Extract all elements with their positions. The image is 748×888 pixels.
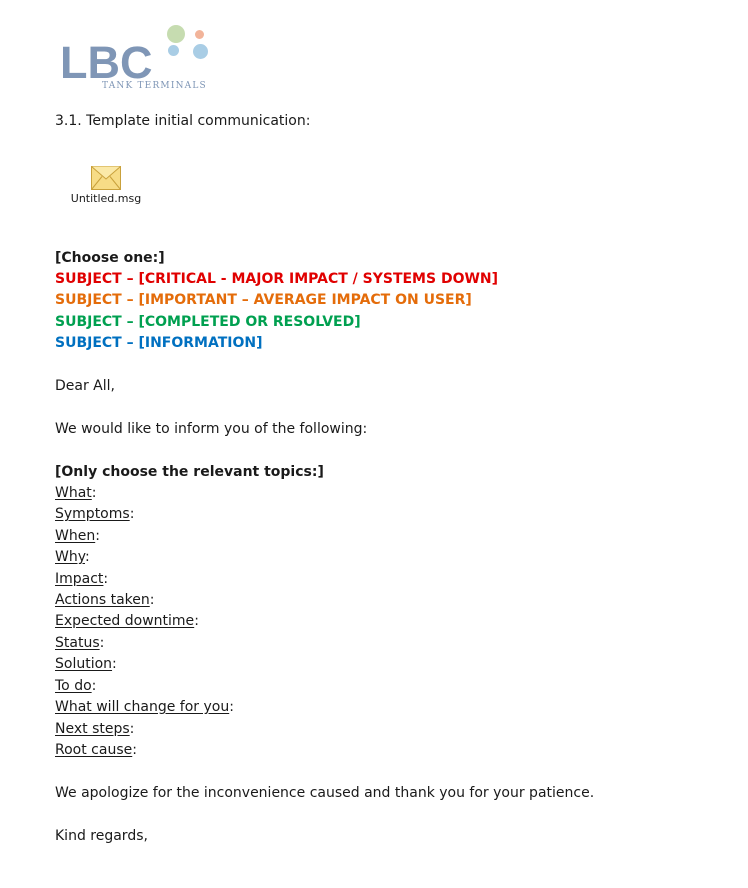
topic-symptoms: Symptoms: [55, 506, 135, 522]
topic-label: Why [55, 549, 85, 565]
subject-completed: SUBJECT – [COMPLETED OR RESOLVED] [55, 314, 361, 330]
subject-important: SUBJECT – [IMPORTANT – AVERAGE IMPACT ON… [55, 292, 472, 308]
envelope-icon [91, 166, 121, 190]
lbc-logo: LBC TANK TERMINALS [58, 24, 218, 94]
topic-status: Status: [55, 635, 105, 651]
logo-dot-blue-small [168, 45, 179, 56]
attachment-msg[interactable]: Untitled.msg [62, 166, 150, 205]
topic-label: Symptoms [55, 506, 130, 522]
topic-to-do: To do: [55, 678, 97, 694]
subject-critical: SUBJECT – [CRITICAL - MAJOR IMPACT / SYS… [55, 271, 499, 287]
section-heading: 3.1. Template initial communication: [55, 113, 311, 129]
topic-label: Expected downtime [55, 613, 195, 629]
logo-text: LBC [60, 37, 153, 88]
topic-impact: Impact: [55, 571, 109, 587]
topic-label: Status [55, 635, 100, 651]
topic-label: When [55, 528, 96, 544]
logo-dot-orange [195, 30, 204, 39]
topic-label: Next steps [55, 721, 130, 737]
closing-text: Kind regards, [55, 828, 148, 844]
topic-label: Solution [55, 656, 113, 672]
apology-text: We apologize for the inconvenience cause… [55, 785, 595, 801]
topic-expected-downtime: Expected downtime: [55, 613, 199, 629]
topic-label: What will change for you [55, 699, 230, 715]
choose-one-label: [Choose one:] [55, 250, 165, 266]
topic-solution: Solution: [55, 656, 117, 672]
attachment-filename: Untitled.msg [70, 192, 142, 205]
logo-subtitle: TANK TERMINALS [102, 81, 207, 91]
topic-label: What [55, 485, 92, 501]
greeting: Dear All, [55, 378, 115, 394]
logo-dot-green [167, 25, 185, 43]
topic-label: Impact [55, 571, 104, 587]
topic-label: Actions taken [55, 592, 150, 608]
topic-next-steps: Next steps: [55, 721, 135, 737]
logo-dot-blue-large [193, 44, 208, 59]
topic-what-will-change: What will change for you: [55, 699, 234, 715]
topic-root-cause: Root cause: [55, 742, 137, 758]
topic-why: Why: [55, 549, 90, 565]
topics-heading: [Only choose the relevant topics:] [55, 464, 324, 480]
topic-what: What: [55, 485, 97, 501]
topic-actions-taken: Actions taken: [55, 592, 155, 608]
topic-label: Root cause [55, 742, 133, 758]
subject-information: SUBJECT – [INFORMATION] [55, 335, 263, 351]
topic-label: To do [55, 678, 92, 694]
topic-when: When: [55, 528, 100, 544]
intro-text: We would like to inform you of the follo… [55, 421, 368, 437]
